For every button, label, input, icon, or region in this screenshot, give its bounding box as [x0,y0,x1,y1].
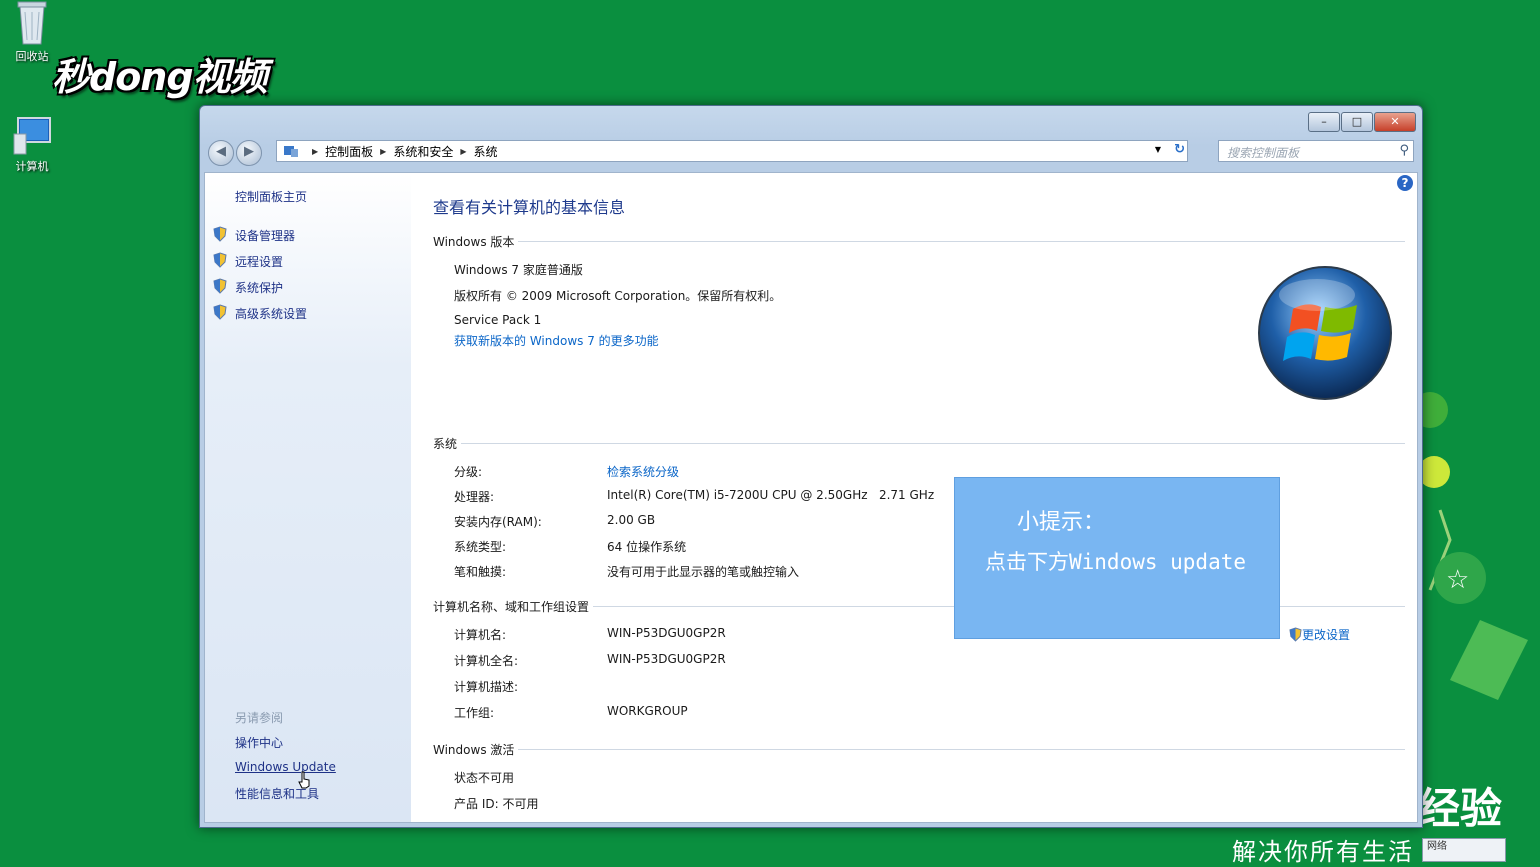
rating-label: 分级: [454,465,483,479]
divider [461,443,1405,444]
ram-value: 2.00 GB [607,513,656,527]
forward-arrow-icon: ▶ [244,144,254,159]
full-computer-name-label: 计算机全名: [454,654,519,668]
pen-touch-value: 没有可用于此显示器的笔或触控输入 [607,565,800,579]
search-placeholder: 搜索控制面板 [1227,146,1300,160]
page-title: 查看有关计算机的基本信息 [433,198,626,217]
shield-icon [1289,627,1302,642]
computer-name-value: WIN-P53DGU0GP2R [607,626,726,640]
system-protection-link[interactable]: 系统保护 [213,278,284,296]
tip-text: 点击下方Windows update [985,550,1247,574]
ram-label: 安装内存(RAM): [454,515,542,529]
left-task-pane: 控制面板主页 设备管理器 远程设置 系统保护 高级系统设置 另请参阅 操作中心 … [205,173,411,822]
copyright-text: 版权所有 © 2009 Microsoft Corporation。保留所有权利… [454,289,782,303]
windows-activation-section: Windows 激活 [433,741,1405,758]
full-computer-name-value: WIN-P53DGU0GP2R [607,652,726,666]
breadcrumb-arrow-icon: ▶ [312,146,319,156]
refresh-icon[interactable]: ↻ [1174,142,1185,157]
workgroup-value: WORKGROUP [607,704,688,718]
shield-icon [213,304,227,320]
address-dropdown-icon[interactable]: ▼ [1155,145,1161,154]
minimize-button[interactable]: – [1308,112,1340,132]
workgroup-label: 工作组: [454,706,495,720]
windows-update-link[interactable]: Windows Update [235,760,336,774]
recycle-bin-icon [17,1,47,45]
action-center-link[interactable]: 操作中心 [235,734,283,751]
activation-status: 状态不可用 [454,771,515,785]
processor-label: 处理器: [454,490,495,504]
forward-button[interactable]: ▶ [236,140,262,166]
background-jingyan-text: 经验 [1418,784,1503,833]
edition-name: Windows 7 家庭普通版 [454,263,583,277]
sidebar-item-label: 设备管理器 [235,229,296,243]
windows-edition-section: Windows 版本 [433,233,1405,250]
back-button[interactable]: ◀ [208,140,234,166]
system-type-value: 64 位操作系统 [607,540,687,554]
change-settings-label: 更改设置 [1302,628,1351,642]
mouse-cursor-hand-icon [298,771,310,789]
breadcrumb-control-panel[interactable]: 控制面板 [325,143,373,160]
computer-icon [13,117,51,155]
breadcrumb-arrow-icon: ▶ [460,146,467,156]
navigation-bar: ◀ ▶ ▶ 控制面板 ▶ 系统和安全 ▶ 系统 ▼ ↻ 搜索控制面板 ⚲ [206,138,1416,166]
svg-text:☆: ☆ [1446,565,1469,595]
system-section: 系统 [433,435,1405,452]
change-settings-link[interactable]: 更改设置 [1289,626,1350,643]
maximize-button[interactable]: □ [1341,112,1373,132]
device-manager-link[interactable]: 设备管理器 [213,226,296,244]
product-id: 产品 ID: 不可用 [454,797,539,811]
control-panel-icon [284,146,298,157]
computer-desktop-icon[interactable]: 计算机 [2,116,62,174]
remote-settings-link[interactable]: 远程设置 [213,252,284,270]
processor-value: Intel(R) Core(TM) i5-7200U CPU @ 2.50GHz… [607,488,935,502]
service-pack-text: Service Pack 1 [454,313,542,327]
section-heading: Windows 激活 [433,743,515,757]
background-decoration: ☆ [1412,392,1528,700]
sidebar-item-label: 系统保护 [235,281,284,295]
section-heading: 系统 [433,437,458,451]
divider [518,749,1405,750]
search-icon[interactable]: ⚲ [1399,143,1409,158]
back-arrow-icon: ◀ [216,144,226,159]
windows-logo-icon [1258,266,1392,400]
tip-title: 小提示： [1017,510,1106,535]
more-features-link[interactable]: 获取新版本的 Windows 7 的更多功能 [454,332,659,349]
help-icon[interactable]: ? [1397,175,1413,191]
advanced-system-settings-link[interactable]: 高级系统设置 [213,304,308,322]
see-also-heading: 另请参阅 [235,711,284,725]
sidebar-item-label: 高级系统设置 [235,307,308,321]
computer-name-label: 计算机名: [454,628,507,642]
rating-link[interactable]: 检索系统分级 [607,463,679,480]
computer-description-label: 计算机描述: [454,680,519,694]
caption-buttons: – □ ✕ [1308,112,1416,132]
divider [518,241,1405,242]
breadcrumb-system[interactable]: 系统 [474,143,498,160]
breadcrumb-arrow-icon: ▶ [380,146,387,156]
recycle-bin-label: 回收站 [15,50,49,63]
computer-label: 计算机 [15,160,49,173]
shield-icon [213,226,227,242]
breadcrumb-system-security[interactable]: 系统和安全 [393,143,453,160]
system-window: – □ ✕ ◀ ▶ ▶ 控制面板 ▶ 系统和安全 ▶ 系统 ▼ ↻ 搜索控制面板… [199,105,1423,828]
section-heading: 计算机名称、域和工作组设置 [433,600,590,614]
system-type-label: 系统类型: [454,540,507,554]
tip-overlay: 小提示： 点击下方Windows update [954,477,1280,639]
shield-icon [213,252,227,268]
section-heading: Windows 版本 [433,235,515,249]
close-button[interactable]: ✕ [1374,112,1416,132]
pen-touch-label: 笔和触摸: [454,565,507,579]
address-bar[interactable]: ▶ 控制面板 ▶ 系统和安全 ▶ 系统 ▼ ↻ [276,140,1188,162]
control-panel-home-link[interactable]: 控制面板主页 [235,188,307,205]
sidebar-item-label: 远程设置 [235,255,284,269]
video-watermark-logo: 秒dong视频 [52,55,268,99]
shield-icon [213,278,227,294]
network-tray-tooltip: 网络 [1422,838,1506,862]
search-input[interactable]: 搜索控制面板 ⚲ [1218,140,1414,162]
